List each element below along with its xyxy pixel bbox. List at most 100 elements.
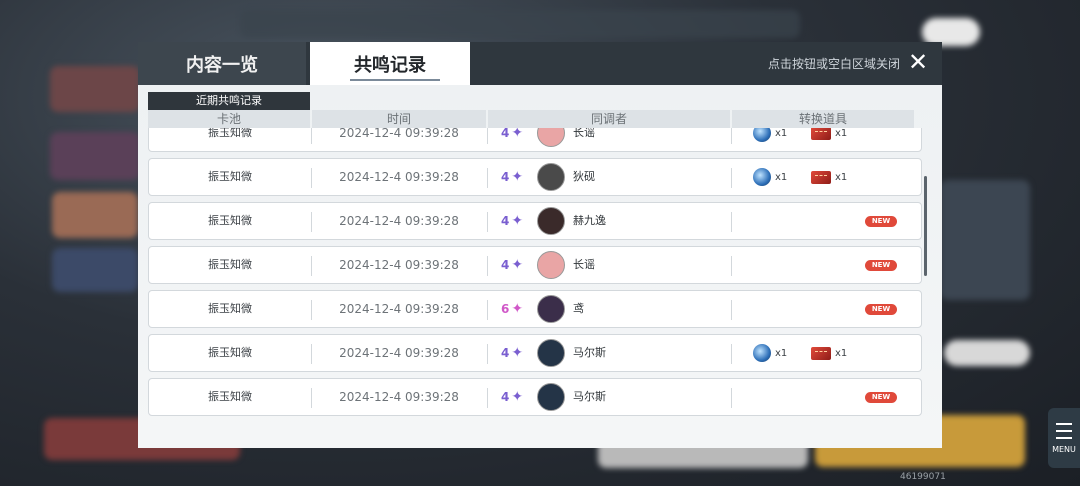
table-row: 振玉知微 2024-12-4 09:39:28 4 ✦ 赫九逸 NEW <box>148 202 922 240</box>
new-badge: NEW <box>865 392 897 403</box>
tab-overview[interactable]: 内容一览 <box>138 42 306 85</box>
rarity-value: 4 <box>501 128 510 140</box>
item-count: x1 <box>835 171 848 183</box>
resonator-name: 鸢 <box>573 302 584 315</box>
resonator-name: 赫九逸 <box>573 214 606 227</box>
pool-name: 振玉知微 <box>208 128 252 139</box>
table-row: 振玉知微 2024-12-4 09:39:28 4 ✦ 马尔斯 NEW <box>148 378 922 416</box>
resonator-name: 马尔斯 <box>573 346 606 359</box>
background-banner-4 <box>52 248 138 292</box>
table-row: 振玉知微 2024-12-4 09:39:28 6 ✦ 鸢 NEW <box>148 290 922 328</box>
rarity: 4 ✦ <box>501 247 523 283</box>
menu-label: MENU <box>1052 444 1076 454</box>
record-time: 2024-12-4 09:39:28 <box>339 390 459 404</box>
pool-name: 振玉知微 <box>208 302 252 315</box>
item-count: x1 <box>775 128 788 139</box>
divider <box>487 128 488 144</box>
pool-name: 振玉知微 <box>208 258 252 271</box>
table-header: 卡池 时间 同调者 转换道具 <box>148 110 914 128</box>
tide-icon <box>753 344 771 362</box>
star-icon: ✦ <box>511 128 524 141</box>
divider <box>731 344 732 364</box>
background-details-button <box>944 340 1030 366</box>
background-banner-1 <box>50 66 140 112</box>
divider <box>731 388 732 408</box>
table-row: 振玉知微 2024-12-4 09:39:28 4 ✦ 马尔斯 x1 x1 <box>148 334 922 372</box>
record-time: 2024-12-4 09:39:28 <box>339 346 459 360</box>
rarity: 4 ✦ <box>501 379 523 415</box>
resonator-avatar <box>537 207 565 235</box>
new-badge: NEW <box>865 304 897 315</box>
tab-records[interactable]: 共鸣记录 <box>310 42 470 85</box>
star-icon: ✦ <box>511 389 524 405</box>
column-header-items: 转换道具 <box>732 110 914 128</box>
close-hint: 点击按钮或空白区域关闭 <box>767 57 900 71</box>
background-banner-2 <box>50 132 140 180</box>
tide-icon <box>753 128 771 142</box>
pool-name: 振玉知微 <box>208 346 252 359</box>
column-header-resonator: 同调者 <box>488 110 730 128</box>
tide-icon <box>753 168 771 186</box>
divider <box>731 300 732 320</box>
tab-bar: 内容一览 共鸣记录 点击按钮或空白区域关闭 ✕ <box>138 42 942 85</box>
record-time: 2024-12-4 09:39:28 <box>339 214 459 228</box>
rarity: 4 ✦ <box>501 203 523 239</box>
divider <box>731 128 732 144</box>
resonator-avatar <box>537 339 565 367</box>
star-icon: ✦ <box>511 345 524 361</box>
converted-item-tide: x1 <box>753 168 787 186</box>
item-count: x1 <box>835 128 848 139</box>
rarity-value: 4 <box>501 390 510 404</box>
uid-text: 46199071 <box>900 472 946 482</box>
star-icon: ✦ <box>511 213 524 229</box>
menu-icon <box>1056 422 1072 439</box>
menu-button[interactable]: MENU <box>1048 408 1080 468</box>
pool-name: 振玉知微 <box>208 390 252 403</box>
scrollbar[interactable] <box>924 176 927 276</box>
background-top-bar <box>240 10 800 38</box>
item-count: x1 <box>775 171 788 183</box>
resonator-name: 长谣 <box>573 128 595 139</box>
rarity-value: 4 <box>501 170 510 184</box>
record-time: 2024-12-4 09:39:28 <box>339 170 459 184</box>
converted-item-tide: x1 <box>753 128 787 142</box>
background-right-art <box>940 180 1030 300</box>
divider <box>731 168 732 188</box>
column-header-pool: 卡池 <box>148 110 310 128</box>
star-icon: ✦ <box>511 301 524 317</box>
divider <box>487 388 488 408</box>
record-time: 2024-12-4 09:39:28 <box>339 302 459 316</box>
resonator-avatar <box>537 251 565 279</box>
close-icon[interactable]: ✕ <box>906 50 930 74</box>
resonator-name: 长谣 <box>573 258 595 271</box>
record-time: 2024-12-4 09:39:28 <box>339 258 459 272</box>
converted-item-ticket: x1 <box>811 168 847 186</box>
divider <box>487 256 488 276</box>
item-count: x1 <box>775 347 788 359</box>
rarity-value: 4 <box>501 258 510 272</box>
converted-item-tide: x1 <box>753 344 787 362</box>
star-icon: ✦ <box>511 169 524 185</box>
divider <box>731 212 732 232</box>
divider <box>487 168 488 188</box>
item-count: x1 <box>835 347 848 359</box>
pool-name: 振玉知微 <box>208 214 252 227</box>
records-list[interactable]: 振玉知微 2024-12-4 09:39:28 4 ✦ 长谣 x1 x1 振玉知微 <box>148 128 924 448</box>
new-badge: NEW <box>865 216 897 227</box>
rarity: 4 ✦ <box>501 335 523 371</box>
record-time: 2024-12-4 09:39:28 <box>339 128 459 140</box>
rarity-value: 4 <box>501 214 510 228</box>
rarity: 4 ✦ <box>501 128 523 151</box>
background-banner-3 <box>52 192 138 238</box>
table-row: 振玉知微 2024-12-4 09:39:28 4 ✦ 长谣 NEW <box>148 246 922 284</box>
resonator-avatar <box>537 295 565 323</box>
column-header-time: 时间 <box>312 110 486 128</box>
resonator-name: 马尔斯 <box>573 390 606 403</box>
table-row: 振玉知微 2024-12-4 09:39:28 4 ✦ 长谣 x1 x1 <box>148 128 922 152</box>
divider <box>731 256 732 276</box>
rarity-value: 4 <box>501 346 510 360</box>
converted-item-ticket: x1 <box>811 128 847 142</box>
ticket-icon <box>811 170 831 184</box>
rarity-value: 6 <box>501 302 510 316</box>
resonator-avatar <box>537 163 565 191</box>
